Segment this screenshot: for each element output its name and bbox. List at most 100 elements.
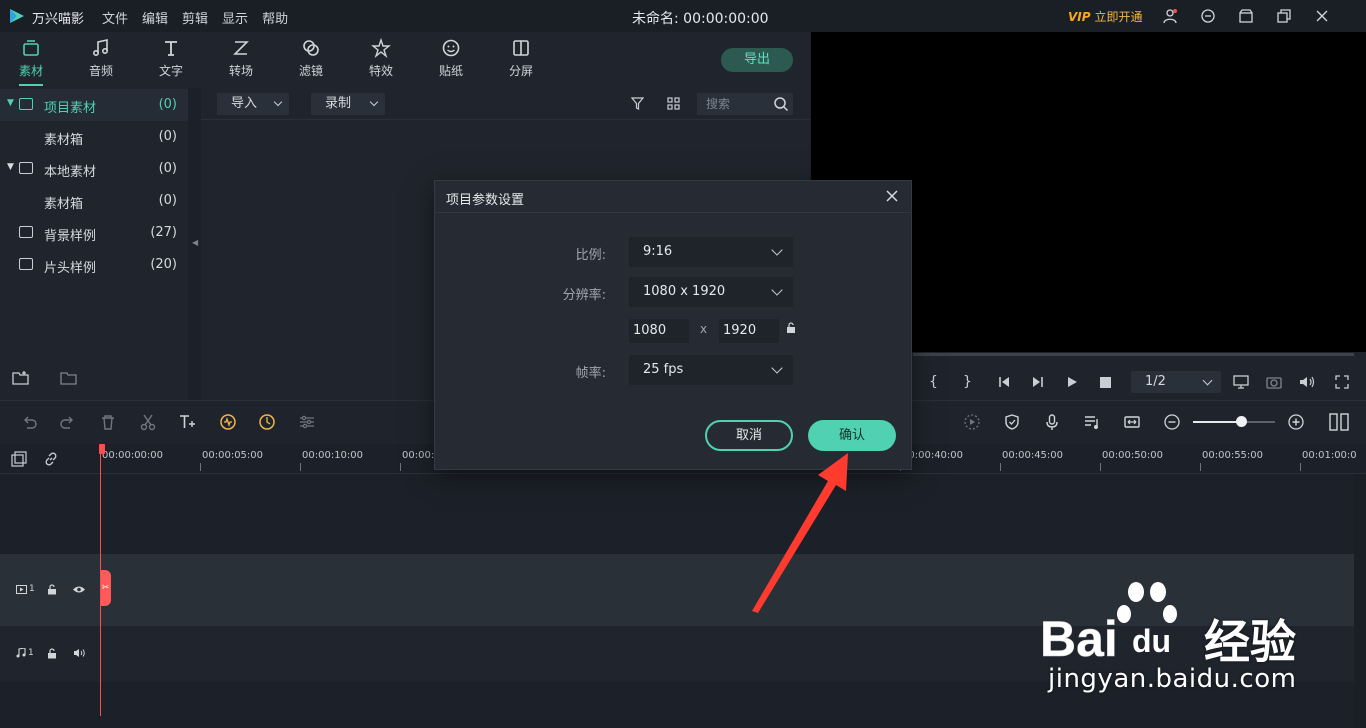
tree-item-local-bin[interactable]: 素材箱 (0) bbox=[0, 185, 188, 217]
grid-view-icon[interactable] bbox=[667, 97, 680, 110]
new-folder-icon[interactable] bbox=[12, 370, 30, 386]
tree-item-intros[interactable]: 片头样例 (20) bbox=[0, 249, 188, 281]
delete-icon[interactable] bbox=[99, 413, 117, 431]
tab-label: 滤镜 bbox=[298, 64, 323, 78]
ratio-label: 比例: bbox=[575, 248, 606, 263]
record-dropdown[interactable]: 录制 bbox=[311, 93, 385, 115]
menu-clip[interactable]: 剪辑 bbox=[182, 8, 208, 27]
ruler-tick-label: 00:00:55:00 bbox=[1202, 450, 1264, 461]
zoom-out-icon[interactable] bbox=[1163, 413, 1181, 431]
audio-track-volume-icon[interactable] bbox=[73, 648, 86, 658]
mark-out-icon[interactable]: } bbox=[963, 374, 972, 390]
close-icon[interactable] bbox=[1312, 6, 1332, 26]
import-dropdown[interactable]: 导入 bbox=[217, 93, 289, 115]
video-track-eye-icon[interactable] bbox=[72, 585, 86, 594]
audio-mixer-icon[interactable] bbox=[1083, 413, 1101, 431]
baidu-paw-logo: Bai du bbox=[1040, 582, 1177, 667]
library-actions bbox=[12, 370, 78, 386]
tree-item-local-media[interactable]: ▼ 本地素材 (0) bbox=[0, 153, 188, 185]
audio-track-lock-icon[interactable] bbox=[47, 648, 57, 659]
tree-item-project-media[interactable]: ▼ 项目素材 (0) bbox=[0, 89, 188, 121]
adjust-sliders-icon[interactable] bbox=[298, 413, 316, 431]
tab-label: 贴纸 bbox=[438, 64, 463, 78]
store-icon[interactable] bbox=[1236, 6, 1256, 26]
marker-shield-icon[interactable] bbox=[1003, 413, 1021, 431]
vip-link[interactable]: VIP 立即开通 bbox=[1068, 8, 1143, 25]
tab-audio[interactable]: 音频 bbox=[73, 36, 129, 86]
preview-quality-dropdown[interactable]: 1/2 bbox=[1131, 371, 1221, 393]
audio-beat-icon[interactable] bbox=[219, 413, 237, 431]
height-input[interactable]: 1920 bbox=[719, 319, 779, 343]
microphone-icon[interactable] bbox=[1043, 413, 1061, 431]
search-icon[interactable] bbox=[773, 96, 789, 112]
expand-arrow-icon[interactable]: ▼ bbox=[7, 98, 14, 108]
link-icon[interactable] bbox=[43, 451, 59, 467]
ruler-tick-label: 00:00:50:00 bbox=[1102, 450, 1164, 461]
menu-help[interactable]: 帮助 bbox=[262, 8, 288, 27]
stop-icon[interactable] bbox=[1100, 377, 1111, 388]
folder-outline-icon[interactable] bbox=[60, 370, 78, 386]
volume-icon[interactable] bbox=[1299, 375, 1315, 389]
snapshot-icon[interactable] bbox=[1266, 375, 1282, 389]
aspect-unlock-icon[interactable] bbox=[786, 322, 796, 334]
tab-label: 特效 bbox=[368, 64, 393, 78]
menu-file[interactable]: 文件 bbox=[102, 8, 128, 27]
tree-item-count: (0) bbox=[158, 129, 177, 144]
zoom-in-icon[interactable] bbox=[1287, 413, 1305, 431]
tab-filter[interactable]: 滤镜 bbox=[283, 36, 339, 86]
mark-in-icon[interactable]: { bbox=[929, 374, 938, 390]
timeline-scrollbar[interactable] bbox=[1354, 474, 1366, 728]
tree-item-backgrounds[interactable]: 背景样例 (27) bbox=[0, 217, 188, 249]
redo-icon[interactable] bbox=[59, 413, 77, 431]
monitor-icon[interactable] bbox=[1233, 375, 1249, 389]
video-track-lock-icon[interactable] bbox=[47, 584, 57, 595]
tab-sticker[interactable]: 贴纸 bbox=[423, 36, 479, 86]
dimension-separator: x bbox=[700, 322, 708, 336]
zoom-slider-knob[interactable] bbox=[1236, 416, 1247, 427]
feedback-icon[interactable] bbox=[1198, 6, 1218, 26]
width-input[interactable]: 1080 bbox=[629, 319, 689, 343]
restore-icon[interactable] bbox=[1274, 6, 1294, 26]
watermark-brand-du: du bbox=[1132, 623, 1171, 659]
export-button[interactable]: 导出 bbox=[721, 48, 793, 72]
tab-splitscreen[interactable]: 分屏 bbox=[493, 36, 549, 86]
playhead-line[interactable] bbox=[100, 444, 101, 716]
dialog-close-icon[interactable] bbox=[884, 188, 900, 204]
filter-funnel-icon[interactable] bbox=[631, 97, 644, 110]
play-icon[interactable] bbox=[1066, 376, 1078, 388]
ratio-select[interactable]: 9:16 bbox=[629, 237, 793, 267]
add-text-icon[interactable] bbox=[178, 413, 196, 431]
undo-icon[interactable] bbox=[20, 413, 38, 431]
expand-arrow-icon[interactable]: ▼ bbox=[7, 162, 14, 172]
fps-select[interactable]: 25 fps bbox=[629, 355, 793, 385]
audio-track-label: 1 bbox=[16, 648, 34, 658]
tab-text[interactable]: 文字 bbox=[143, 36, 199, 86]
preview-scrubber[interactable] bbox=[913, 353, 1354, 356]
vip-badge: VIP bbox=[1068, 9, 1091, 24]
tree-item-count: (20) bbox=[150, 257, 177, 272]
dialog-title: 项目参数设置 bbox=[446, 193, 525, 208]
render-preview-icon[interactable] bbox=[963, 413, 981, 431]
tab-transition[interactable]: 转场 bbox=[213, 36, 269, 86]
clip-cut-handle[interactable]: ✂ bbox=[100, 570, 111, 606]
track-empty[interactable] bbox=[0, 474, 1354, 554]
prev-frame-icon[interactable] bbox=[998, 376, 1010, 388]
split-scissors-icon[interactable] bbox=[139, 413, 157, 431]
speed-icon[interactable] bbox=[258, 413, 276, 431]
playhead-handle[interactable] bbox=[99, 444, 105, 454]
menu-view[interactable]: 显示 bbox=[222, 8, 248, 27]
next-frame-icon[interactable] bbox=[1032, 376, 1044, 388]
add-track-icon[interactable] bbox=[11, 451, 27, 467]
fit-timeline-icon[interactable] bbox=[1123, 413, 1141, 431]
ruler-tick-label: 00:00:10:00 bbox=[302, 450, 364, 461]
menu-edit[interactable]: 编辑 bbox=[142, 8, 168, 27]
fullscreen-icon[interactable] bbox=[1335, 375, 1349, 389]
layout-columns-icon[interactable] bbox=[1329, 413, 1349, 431]
user-icon[interactable] bbox=[1160, 6, 1180, 26]
tab-media[interactable]: 素材 bbox=[3, 36, 59, 86]
panel-splitter[interactable]: ◀ bbox=[188, 88, 201, 400]
tab-effects[interactable]: 特效 bbox=[353, 36, 409, 86]
collapse-arrow-icon[interactable]: ◀ bbox=[192, 238, 198, 247]
tree-item-media-bin[interactable]: 素材箱 (0) bbox=[0, 121, 188, 153]
resolution-select[interactable]: 1080 x 1920 bbox=[629, 277, 793, 307]
